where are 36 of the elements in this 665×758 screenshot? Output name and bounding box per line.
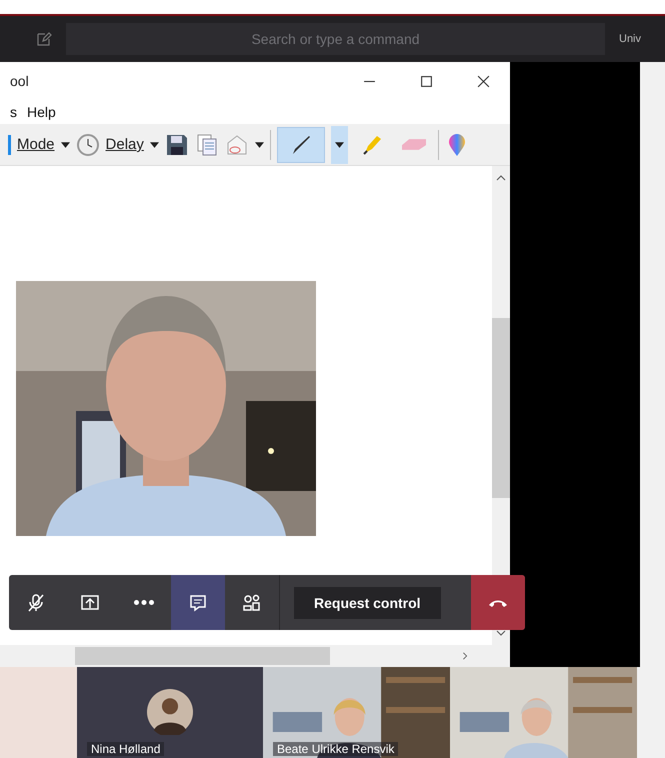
phone-icon	[488, 598, 508, 608]
participant-name: Beate Ulrikke Rensvik	[273, 742, 398, 756]
avatar-icon	[147, 689, 193, 735]
share-icon	[80, 592, 100, 612]
participant-tile[interactable]	[0, 667, 77, 758]
caret-icon[interactable]	[60, 142, 70, 148]
menu-item[interactable]: s	[10, 104, 17, 120]
compose-icon[interactable]	[36, 31, 52, 47]
maximize-icon[interactable]	[420, 74, 433, 88]
mode-button[interactable]: Mode	[17, 136, 55, 153]
scroll-down-icon[interactable]	[496, 629, 506, 637]
envelope-icon[interactable]	[224, 132, 249, 156]
chat-icon	[188, 592, 208, 612]
caret-icon[interactable]	[254, 142, 264, 148]
chat-button[interactable]	[171, 575, 225, 630]
caret-icon[interactable]	[330, 126, 348, 164]
caret-icon[interactable]	[150, 142, 159, 148]
close-icon[interactable]	[477, 74, 490, 88]
participant-tile[interactable]: Nina Hølland	[77, 667, 263, 758]
clock-icon	[76, 132, 100, 156]
eraser-icon	[402, 139, 426, 150]
search-field[interactable]: Search or type a command	[66, 23, 605, 55]
save-icon[interactable]	[164, 132, 189, 156]
mic-off-icon	[26, 592, 46, 612]
people-icon	[242, 592, 262, 612]
org-label: Univ	[619, 33, 642, 45]
scroll-up-icon[interactable]	[496, 174, 506, 182]
pen-button[interactable]	[276, 126, 325, 162]
window-title: ool	[10, 73, 29, 89]
copy-icon[interactable]	[194, 132, 219, 156]
request-control-button[interactable]: Request control	[294, 586, 441, 618]
delay-button[interactable]: Delay	[106, 136, 144, 153]
more-icon	[134, 600, 154, 605]
horizontal-scrollbar[interactable]	[0, 645, 510, 667]
menu-item[interactable]: Help	[27, 104, 56, 120]
participant-name: Nina Hølland	[87, 742, 164, 756]
